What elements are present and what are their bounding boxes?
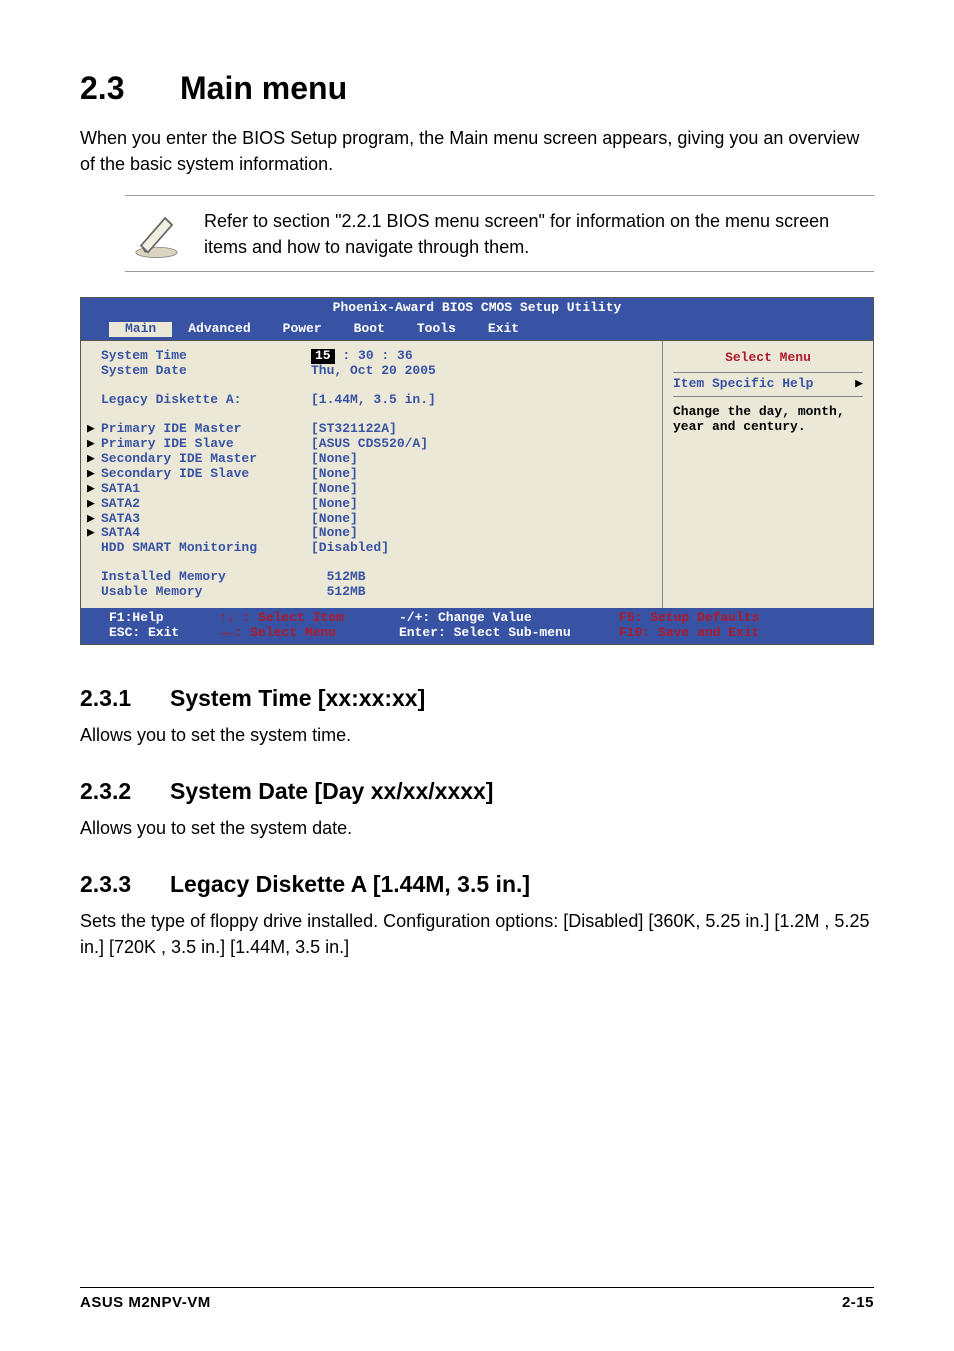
select-menu-label: Select Menu	[673, 349, 863, 372]
submenu-arrow-icon: ▶	[87, 512, 101, 527]
bios-row[interactable]: ▶SATA3[None]	[101, 512, 652, 527]
bios-title: Phoenix-Award BIOS CMOS Setup Utility	[81, 298, 873, 319]
submenu-arrow-icon: ▶	[87, 422, 101, 437]
subsection-heading-232: 2.3.2 System Date [Day xx/xx/xxxx]	[80, 778, 874, 805]
footer-save-exit: F10: Save and Exit	[619, 626, 759, 641]
bios-item-label: SATA4	[101, 526, 311, 541]
submenu-arrow-icon	[87, 585, 101, 600]
footer-page-number: 2-15	[842, 1294, 874, 1311]
page-footer: ASUS M2NPV-VM 2-15	[80, 1287, 874, 1311]
submenu-arrow-icon	[87, 570, 101, 585]
bios-row[interactable]: ▶SATA1[None]	[101, 482, 652, 497]
bios-item-value: [Disabled]	[311, 541, 389, 556]
bios-footer-bar: F1:Help ↑↓ : Select Item -/+: Change Val…	[81, 608, 873, 644]
bios-row[interactable]: ▶Secondary IDE Master[None]	[101, 452, 652, 467]
triangle-right-icon: ▶	[855, 377, 863, 392]
footer-help: F1:Help	[109, 611, 219, 626]
bios-item-label: Legacy Diskette A:	[101, 393, 311, 408]
submenu-arrow-icon: ▶	[87, 497, 101, 512]
bios-row[interactable]: ▶Primary IDE Slave[ASUS CDS520/A]	[101, 437, 652, 452]
bios-item-value: 15 : 30 : 36	[311, 349, 413, 364]
submenu-arrow-icon	[87, 393, 101, 408]
submenu-arrow-icon: ▶	[87, 452, 101, 467]
bios-item-value: [None]	[311, 497, 358, 512]
section-number: 2.3	[80, 70, 180, 107]
submenu-arrow-icon: ▶	[87, 437, 101, 452]
subsection-text-232: Allows you to set the system date.	[80, 815, 874, 841]
footer-exit: ESC: Exit	[109, 626, 219, 641]
bios-menu-boot[interactable]: Boot	[338, 322, 401, 337]
submenu-arrow-icon	[87, 364, 101, 379]
bios-item-label: Usable Memory	[101, 585, 311, 600]
pencil-note-icon	[129, 206, 184, 261]
bios-menu-power[interactable]: Power	[267, 322, 338, 337]
footer-setup-defaults: F5: Setup Defaults	[619, 611, 759, 626]
bios-row[interactable]: Usable Memory 512MB	[101, 585, 652, 600]
bios-row[interactable]: System DateThu, Oct 20 2005	[101, 364, 652, 379]
bios-menubar: Main Advanced Power Boot Tools Exit	[81, 319, 873, 340]
bios-menu-exit[interactable]: Exit	[472, 322, 535, 337]
footer-select-item: ↑↓ : Select Item	[219, 611, 399, 626]
subsection-heading-233: 2.3.3 Legacy Diskette A [1.44M, 3.5 in.]	[80, 871, 874, 898]
bios-item-label: Primary IDE Slave	[101, 437, 311, 452]
footer-product: ASUS M2NPV-VM	[80, 1294, 211, 1311]
submenu-arrow-icon: ▶	[87, 482, 101, 497]
bios-item-label: SATA3	[101, 512, 311, 527]
help-text: Change the day, month, year and century.	[673, 405, 863, 435]
submenu-arrow-icon	[87, 349, 101, 364]
bios-body: System Time15 : 30 : 36System DateThu, O…	[81, 340, 873, 608]
highlighted-field[interactable]: 15	[311, 349, 335, 364]
bios-item-value: [None]	[311, 482, 358, 497]
note-text: Refer to section "2.2.1 BIOS menu screen…	[204, 208, 874, 260]
bios-row[interactable]: ▶SATA2[None]	[101, 497, 652, 512]
bios-item-value: [1.44M, 3.5 in.]	[311, 393, 436, 408]
bios-item-value: 512MB	[311, 585, 366, 600]
bios-row[interactable]: Installed Memory 512MB	[101, 570, 652, 585]
bios-item-value: [ST321122A]	[311, 422, 397, 437]
intro-paragraph: When you enter the BIOS Setup program, t…	[80, 125, 874, 177]
bios-item-label: Secondary IDE Slave	[101, 467, 311, 482]
bios-menu-advanced[interactable]: Advanced	[172, 322, 266, 337]
bios-item-value: [ASUS CDS520/A]	[311, 437, 428, 452]
submenu-arrow-icon	[87, 541, 101, 556]
bios-row[interactable]: ▶Primary IDE Master[ST321122A]	[101, 422, 652, 437]
submenu-arrow-icon: ▶	[87, 526, 101, 541]
bios-main-panel: System Time15 : 30 : 36System DateThu, O…	[81, 341, 663, 608]
section-title: Main menu	[180, 70, 347, 107]
bios-item-value: Thu, Oct 20 2005	[311, 364, 436, 379]
bios-item-label: Primary IDE Master	[101, 422, 311, 437]
subsection-text-233: Sets the type of floppy drive installed.…	[80, 908, 874, 960]
bios-item-value: [None]	[311, 526, 358, 541]
bios-item-label: Secondary IDE Master	[101, 452, 311, 467]
bios-item-value: [None]	[311, 452, 358, 467]
bios-screenshot: Phoenix-Award BIOS CMOS Setup Utility Ma…	[80, 297, 874, 645]
bios-item-label: SATA1	[101, 482, 311, 497]
bios-row[interactable]: HDD SMART Monitoring[Disabled]	[101, 541, 652, 556]
bios-item-label: System Date	[101, 364, 311, 379]
item-specific-help-heading: Item Specific Help▶	[673, 372, 863, 397]
bios-menu-tools[interactable]: Tools	[401, 322, 472, 337]
bios-help-panel: Select Menu Item Specific Help▶ Change t…	[663, 341, 873, 608]
bios-item-label: SATA2	[101, 497, 311, 512]
subsection-text-231: Allows you to set the system time.	[80, 722, 874, 748]
bios-item-value: 512MB	[311, 570, 366, 585]
subsection-heading-231: 2.3.1 System Time [xx:xx:xx]	[80, 685, 874, 712]
submenu-arrow-icon: ▶	[87, 467, 101, 482]
bios-item-label: HDD SMART Monitoring	[101, 541, 311, 556]
bios-row[interactable]: System Time15 : 30 : 36	[101, 349, 652, 364]
footer-select-submenu: Enter: Select Sub-menu	[399, 626, 619, 641]
section-heading: 2.3 Main menu	[80, 70, 874, 107]
bios-row[interactable]: ▶SATA4[None]	[101, 526, 652, 541]
bios-item-label: System Time	[101, 349, 311, 364]
bios-row[interactable]: Legacy Diskette A:[1.44M, 3.5 in.]	[101, 393, 652, 408]
footer-select-menu: →←: Select Menu	[219, 626, 399, 641]
footer-change-value: -/+: Change Value	[399, 611, 619, 626]
bios-item-value: [None]	[311, 512, 358, 527]
bios-item-value: [None]	[311, 467, 358, 482]
bios-menu-main[interactable]: Main	[109, 322, 172, 337]
bios-row[interactable]: ▶Secondary IDE Slave[None]	[101, 467, 652, 482]
bios-item-label: Installed Memory	[101, 570, 311, 585]
info-note: Refer to section "2.2.1 BIOS menu screen…	[125, 195, 874, 272]
